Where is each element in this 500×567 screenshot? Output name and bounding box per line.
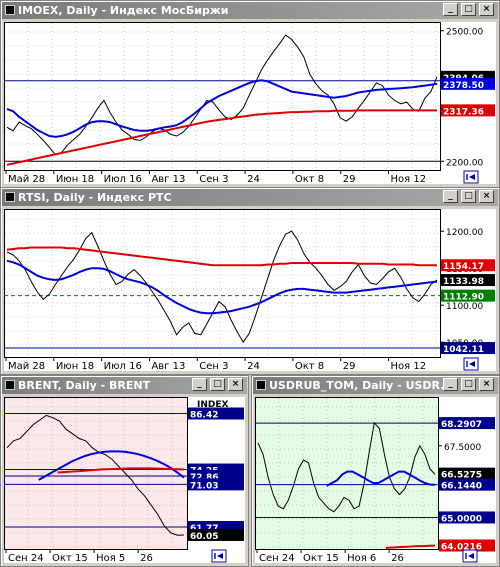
y-tick-label: 2200.00	[446, 158, 483, 168]
x-tick-label: 24	[247, 174, 260, 184]
maximize-button[interactable]: □	[461, 378, 476, 391]
chart-area[interactable]: 86.4274.2572.8671.0361.7760.05INDEXСен 2…	[4, 397, 245, 563]
chart-window-icon	[256, 380, 266, 390]
chart-window-usdrub[interactable]: USDRUB_TOM, Daily - USDR... _ □ × 67.500…	[251, 375, 500, 567]
chart-window-brent[interactable]: BRENT, Daily - BRENT _ □ × 86.4274.2572.…	[0, 375, 249, 567]
window-titlebar[interactable]: RTSI, Daily - Индекс РТС	[2, 189, 498, 206]
plot-area	[4, 22, 441, 171]
x-tick-label: Окт 15	[303, 553, 339, 563]
x-tick-label: Авг 13	[151, 174, 185, 184]
window-titlebar[interactable]: IMOEX, Daily - Индекс МосБиржи	[2, 2, 498, 19]
chart-window-icon	[5, 5, 15, 15]
price-label: 60.05	[190, 532, 218, 542]
x-tick-label: Июл 16	[104, 174, 142, 184]
x-tick-label: Ноя 5	[96, 553, 125, 563]
x-tick-label: Ноя 12	[391, 361, 427, 371]
price-label: 71.03	[190, 481, 218, 491]
x-tick-label: Май 28	[8, 361, 45, 371]
y-tick-label: 2500.00	[446, 28, 483, 38]
x-tick-label: Сен 3	[199, 361, 228, 371]
close-button[interactable]: ×	[479, 190, 494, 203]
chart-window-rtsi[interactable]: RTSI, Daily - Индекс РТС _ □ × 1050.0011…	[0, 187, 500, 375]
price-label: 86.42	[190, 410, 218, 420]
close-button[interactable]: ×	[228, 378, 243, 391]
x-tick-label: 29	[343, 174, 356, 184]
chart-area[interactable]: 67.500068.290766.527566.144065.000064.02…	[255, 397, 496, 563]
x-tick-label: Авг 13	[151, 361, 185, 371]
maximize-button[interactable]: □	[210, 378, 225, 391]
price-label: 1154.17	[443, 262, 484, 272]
x-tick-label: 26	[140, 553, 153, 563]
y-tick-label: 1100.00	[446, 302, 483, 312]
minimize-button[interactable]: _	[443, 378, 458, 391]
plot-area	[4, 209, 441, 358]
window-title: BRENT, Daily - BRENT	[18, 379, 151, 392]
minimize-button[interactable]: _	[443, 190, 458, 203]
x-tick-label: Июн 18	[56, 174, 94, 184]
price-label: 66.1440	[441, 482, 482, 492]
x-tick-label: Окт 8	[295, 361, 324, 371]
y-tick-label: 1200.00	[446, 228, 483, 238]
x-tick-label: Ноя 6	[347, 553, 376, 563]
x-tick-label: Май 28	[8, 174, 45, 184]
close-button[interactable]: ×	[479, 378, 494, 391]
chart-window-icon	[5, 192, 15, 202]
chart-area[interactable]: 1050.001100.001150.001200.001154.171133.…	[4, 209, 496, 371]
price-label: 65.0000	[441, 514, 482, 524]
x-tick-label: Сен 24	[259, 553, 295, 563]
x-tick-label: Окт 15	[52, 553, 88, 563]
x-tick-label: Ноя 12	[391, 174, 427, 184]
x-tick-label: Июн 18	[56, 361, 94, 371]
price-label: 1042.11	[443, 345, 484, 355]
close-button[interactable]: ×	[479, 3, 494, 16]
chart-area[interactable]: 2200.002500.002394.062378.502317.36Май 2…	[4, 22, 496, 184]
x-tick-label: 26	[391, 553, 404, 563]
chart-window-imoex[interactable]: IMOEX, Daily - Индекс МосБиржи _ □ × 220…	[0, 0, 500, 188]
x-tick-label: Окт 8	[295, 174, 324, 184]
price-label: 68.2907	[441, 420, 482, 430]
window-title: USDRUB_TOM, Daily - USDR...	[269, 379, 453, 392]
x-tick-label: Сен 24	[8, 553, 44, 563]
price-label: 2378.50	[443, 81, 484, 91]
chart-window-icon	[5, 380, 15, 390]
price-label: 1133.98	[443, 277, 484, 287]
window-title: RTSI, Daily - Индекс РТС	[18, 191, 172, 204]
x-tick-label: Июл 16	[104, 361, 142, 371]
minimize-button[interactable]: _	[443, 3, 458, 16]
price-label: 1112.90	[443, 293, 484, 303]
y-tick-label: 67.5000	[444, 443, 481, 453]
price-label: 2317.36	[443, 107, 484, 117]
maximize-button[interactable]: □	[461, 3, 476, 16]
x-tick-label: 24	[247, 361, 260, 371]
maximize-button[interactable]: □	[461, 190, 476, 203]
window-title: IMOEX, Daily - Индекс МосБиржи	[18, 4, 229, 17]
scale-label: INDEX	[197, 400, 228, 410]
x-tick-label: 29	[343, 361, 356, 371]
x-tick-label: Сен 3	[199, 174, 228, 184]
minimize-button[interactable]: _	[192, 378, 207, 391]
